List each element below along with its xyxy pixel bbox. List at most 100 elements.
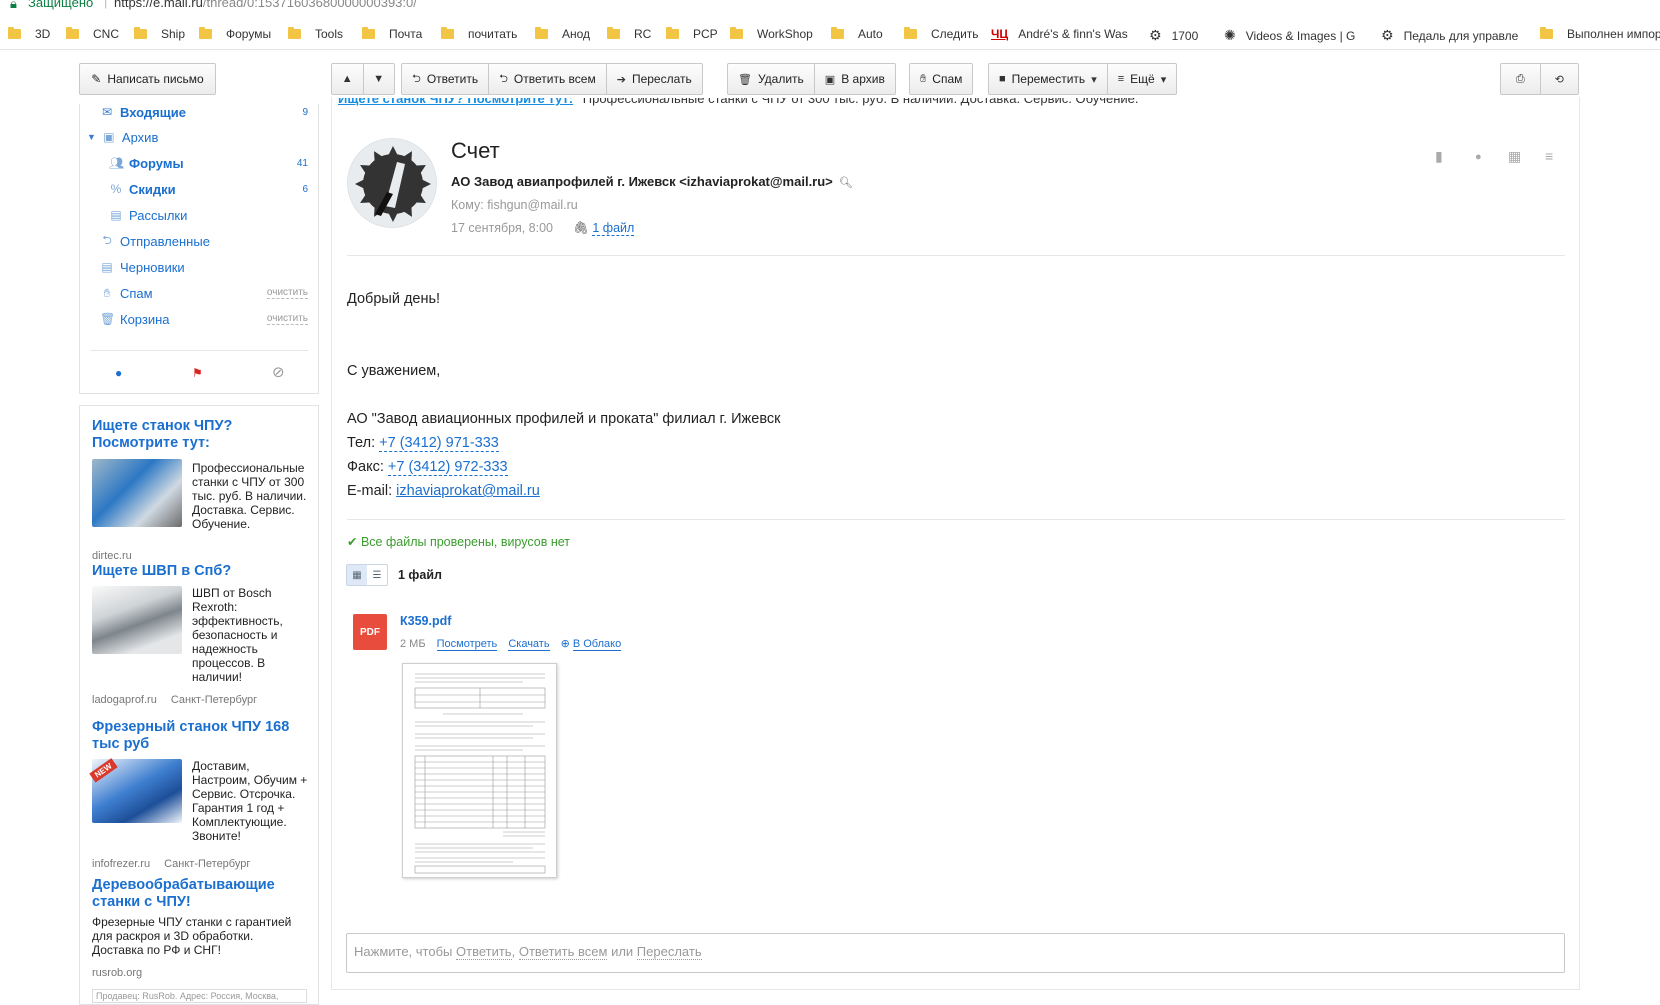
- ad-title[interactable]: Деревообрабатывающие станки с ЧПУ!: [92, 877, 312, 911]
- ad-image[interactable]: NEW: [89, 758, 182, 823]
- quick-reply-link[interactable]: Ответить: [456, 944, 512, 960]
- attachment-meta: 2 МБ Посмотреть Скачать ⊕ В Облако: [400, 638, 622, 651]
- ad-router[interactable]: Фрезерный станок ЧПУ 168 тыс руб NEW Дос…: [89, 719, 312, 870]
- attachment-filter-icon[interactable]: ⊘: [272, 363, 285, 381]
- ad-image[interactable]: [92, 459, 182, 527]
- calendar-icon[interactable]: ▦: [1508, 148, 1521, 165]
- ad-ballscrew[interactable]: Ищете ШВП в Спб? ШВП от Bosch Rexroth: э…: [92, 563, 312, 706]
- signature-phone: Тел: +7 (3412) 971-333: [347, 435, 499, 452]
- more-button[interactable]: ≡ Ещё ▾: [1108, 64, 1177, 94]
- bookmark-workshop[interactable]: WorkShop: [730, 27, 813, 41]
- ad-title[interactable]: Ищете станок ЧПУ? Посмотрите тут:: [92, 418, 312, 452]
- url-text[interactable]: https://e.mail.ru/thread/0:1537160368000…: [114, 0, 417, 10]
- arrow-down-icon: ▼: [373, 73, 385, 85]
- bookmark-andre[interactable]: ЧЦ André's & finn's Was: [991, 27, 1128, 41]
- quick-reply-box[interactable]: Нажмите, чтобы Ответить, Ответить всем и…: [346, 933, 1565, 973]
- collapse-triangle-icon[interactable]: ▼: [87, 132, 96, 142]
- unread-dot-icon[interactable]: ●: [1475, 151, 1482, 163]
- ad-title[interactable]: Фрезерный станок ЧПУ 168 тыс руб: [92, 719, 312, 753]
- sync-button[interactable]: ⟲: [1541, 64, 1579, 94]
- bookmarks-bar: 3D CNC Ship Форумы Tools Почта почитать …: [0, 22, 1660, 50]
- prev-message-button[interactable]: ▲: [332, 64, 364, 94]
- fax-link[interactable]: +7 (3412) 972-333: [387, 459, 508, 476]
- cloud-icon: ⊕: [560, 638, 570, 650]
- quick-reply-all-link[interactable]: Ответить всем: [518, 944, 608, 960]
- top-ad-link[interactable]: Ищете станок ЧПУ? Посмотрите тут:: [338, 98, 573, 106]
- spam-button[interactable]: ✋︎ Спам: [910, 64, 972, 94]
- nav-group: ▲ ▼: [331, 63, 395, 95]
- ad-text: Профессиональные станки с ЧПУ от 300 тыс…: [192, 461, 307, 531]
- download-attachment-link[interactable]: Скачать: [508, 638, 550, 651]
- sidebar-item-forums[interactable]: 👥︎ Форумы 41: [80, 152, 318, 174]
- folder-icon: ■: [999, 73, 1006, 85]
- email-link[interactable]: izhaviaprokat@mail.ru: [396, 483, 540, 499]
- bookmark-auto[interactable]: Auto: [831, 27, 883, 41]
- sidebar-item-spam[interactable]: ✋︎ Спам очистить: [80, 282, 318, 304]
- bookmark-cnc[interactable]: CNC: [66, 27, 119, 41]
- pdf-file-icon[interactable]: PDF: [353, 614, 387, 650]
- sidebar-item-sent[interactable]: ⮌ Отправленные: [80, 230, 318, 252]
- reply-all-button[interactable]: ⮌ Ответить всем: [489, 64, 607, 94]
- reply-icon: ⮌: [412, 72, 421, 85]
- quick-forward-link[interactable]: Переслать: [636, 944, 702, 960]
- grid-view-icon[interactable]: ▦: [347, 565, 367, 585]
- next-message-button[interactable]: ▼: [364, 64, 395, 94]
- attachment-preview[interactable]: [402, 663, 557, 878]
- unread-filter-icon[interactable]: ●: [115, 366, 122, 380]
- sidebar-item-archive[interactable]: ▼ ▣ Архив: [80, 126, 318, 148]
- trash-icon: 🗑︎: [100, 312, 116, 326]
- message-greeting: Добрый день!: [347, 291, 441, 307]
- save-to-cloud-link[interactable]: В Облако: [572, 638, 622, 651]
- forward-button[interactable]: ➔ Переслать: [607, 64, 702, 94]
- seller-note: Продавец: RusRob. Адрес: Россия, Москва,: [92, 989, 307, 1003]
- ad-title[interactable]: Ищете ШВП в Спб?: [92, 563, 312, 580]
- bookmark-pcp[interactable]: PCP: [666, 27, 718, 41]
- clear-trash-link[interactable]: очистить: [266, 313, 308, 325]
- bookmark-read[interactable]: почитать: [441, 27, 517, 41]
- list-view-icon[interactable]: ☰: [367, 565, 387, 585]
- print-button[interactable]: ⎙: [1501, 64, 1541, 94]
- bookmark-1700[interactable]: ⚙ 1700: [1149, 27, 1198, 44]
- ad-image[interactable]: [92, 586, 182, 654]
- sidebar-item-trash[interactable]: 🗑︎ Корзина очистить: [80, 308, 318, 330]
- checkmark-icon: ✔: [347, 535, 358, 549]
- reply-all-icon: ⮌: [499, 72, 508, 85]
- bookmark-videos[interactable]: ✺ Videos & Images | G: [1224, 27, 1355, 44]
- reply-button[interactable]: ⮌ Ответить: [402, 64, 490, 94]
- delete-button[interactable]: 🗑︎ Удалить: [728, 64, 815, 94]
- bookmark-anod[interactable]: Анод: [535, 27, 590, 41]
- bookmark-rc[interactable]: RC: [607, 27, 651, 41]
- flag-filter-icon[interactable]: ⚑: [192, 366, 203, 380]
- attachments-link[interactable]: 🖇︎ 1 файл: [573, 221, 635, 236]
- bookmark-pedal[interactable]: ⚙ Педаль для управле: [1381, 27, 1518, 44]
- search-icon[interactable]: 🔍︎: [839, 177, 853, 189]
- sidebar-item-inbox[interactable]: ✉ Входящие 9: [80, 101, 318, 123]
- thumbs-down-icon: ✋︎: [103, 285, 111, 300]
- ad-cnc[interactable]: Ищете станок ЧПУ? Посмотрите тут: Профес…: [92, 418, 312, 562]
- view-attachment-link[interactable]: Посмотреть: [436, 638, 498, 651]
- menu-icon[interactable]: ≡: [1545, 148, 1553, 164]
- ad-woodwork[interactable]: Деревообрабатывающие станки с ЧПУ! Фрезе…: [92, 877, 312, 979]
- move-button[interactable]: ■ Переместить ▾: [989, 64, 1108, 94]
- bookmark-ship[interactable]: Ship: [134, 27, 185, 41]
- bookmark-icon[interactable]: ▮: [1435, 148, 1443, 165]
- archive-button[interactable]: ▣ В архив: [815, 64, 895, 94]
- sidebar-item-discounts[interactable]: % Скидки 6: [80, 178, 318, 200]
- address-bar[interactable]: 🔒︎ Защищено | https://e.mail.ru/thread/0…: [0, 0, 1660, 12]
- clear-spam-link[interactable]: очистить: [266, 287, 308, 299]
- phone-link[interactable]: +7 (3412) 971-333: [379, 435, 499, 452]
- bookmark-mail[interactable]: Почта: [362, 27, 422, 41]
- attachment-name[interactable]: К359.pdf: [400, 614, 451, 628]
- bookmark-tools[interactable]: Tools: [288, 27, 343, 41]
- folder-icon: [8, 27, 21, 39]
- compose-button[interactable]: ✎ Написать письмо: [79, 63, 216, 95]
- bookmark-forums[interactable]: Форумы: [199, 27, 271, 41]
- bookmark-3d[interactable]: 3D: [8, 27, 50, 41]
- sidebar-item-drafts[interactable]: ▤ Черновики: [80, 256, 318, 278]
- bookmark-follow[interactable]: Следить: [904, 27, 979, 41]
- sidebar-item-newsletters[interactable]: ▤ Рассылки: [80, 204, 318, 226]
- move-group: ■ Переместить ▾ ≡ Ещё ▾: [988, 63, 1178, 95]
- chevron-down-icon: ▾: [1160, 73, 1167, 86]
- sender[interactable]: АО Завод авиапрофилей г. Ижевск <izhavia…: [451, 174, 853, 189]
- bookmark-import[interactable]: Выполнен импор: [1540, 27, 1660, 41]
